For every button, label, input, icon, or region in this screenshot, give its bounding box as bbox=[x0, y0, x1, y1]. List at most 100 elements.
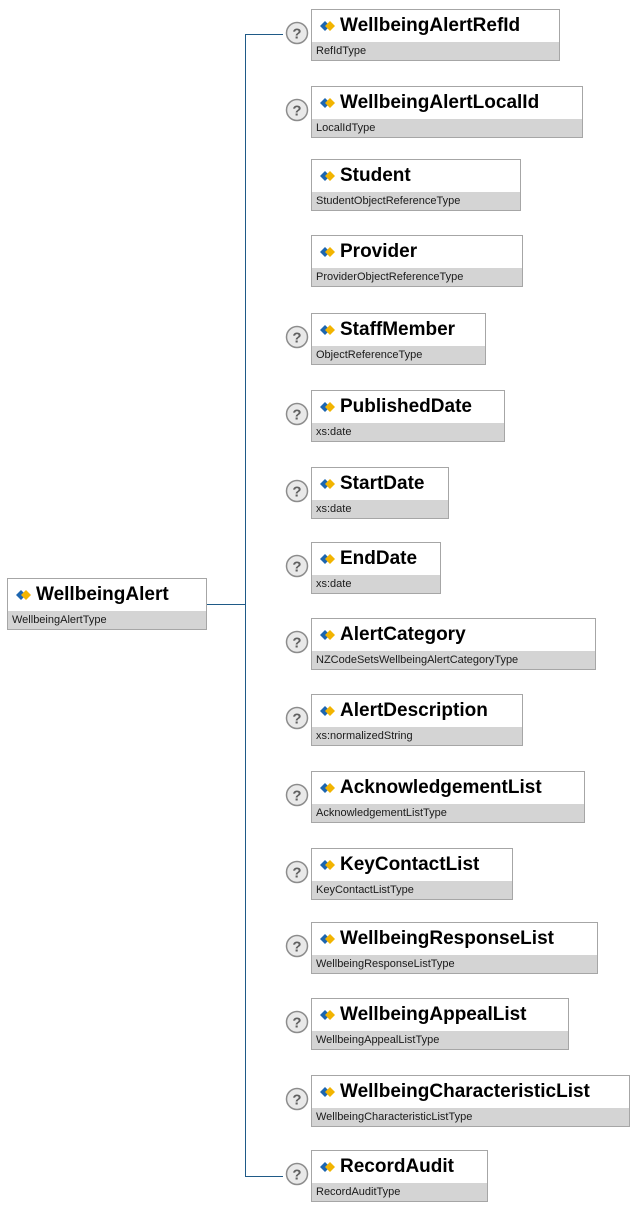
child-element-box[interactable]: AlertCategory NZCodeSetsWellbeingAlertCat… bbox=[311, 618, 596, 670]
svg-text:?: ? bbox=[292, 103, 301, 120]
child-element-box[interactable]: AlertDescription xs:normalizedString bbox=[311, 694, 523, 746]
optional-icon: ? bbox=[285, 402, 309, 426]
optional-icon: ? bbox=[285, 325, 309, 349]
child-element-box[interactable]: RecordAudit RecordAuditType bbox=[311, 1150, 488, 1202]
element-type: xs:date bbox=[312, 575, 440, 593]
element-icon bbox=[320, 706, 335, 716]
child-element-box[interactable]: AcknowledgementList AcknowledgementListTy… bbox=[311, 771, 585, 823]
root-connector bbox=[207, 604, 245, 605]
vertical-connector bbox=[245, 34, 246, 1176]
element-name: StartDate bbox=[340, 473, 425, 494]
svg-text:?: ? bbox=[292, 1092, 301, 1109]
element-type: ProviderObjectReferenceType bbox=[312, 268, 522, 286]
optional-icon: ? bbox=[285, 21, 309, 45]
child-element-box[interactable]: WellbeingAlertLocalId LocalIdType bbox=[311, 86, 583, 138]
element-type: RefIdType bbox=[312, 42, 559, 60]
svg-text:?: ? bbox=[292, 407, 301, 424]
element-type: xs:date bbox=[312, 500, 448, 518]
element-name: WellbeingAlertLocalId bbox=[340, 92, 540, 113]
element-name: EndDate bbox=[340, 548, 418, 569]
svg-text:?: ? bbox=[292, 559, 301, 576]
element-name: WellbeingAppealList bbox=[340, 1004, 527, 1025]
child-element-box[interactable]: Provider ProviderObjectReferenceType bbox=[311, 235, 523, 287]
element-type: WellbeingCharacteristicListType bbox=[312, 1108, 629, 1126]
element-name: KeyContactList bbox=[340, 854, 480, 875]
optional-icon: ? bbox=[285, 860, 309, 884]
element-name: StaffMember bbox=[340, 319, 456, 340]
child-element-box[interactable]: StartDate xs:date bbox=[311, 467, 449, 519]
element-icon bbox=[320, 1010, 335, 1020]
element-type: LocalIdType bbox=[312, 119, 582, 137]
element-icon bbox=[320, 325, 335, 335]
element-name: AcknowledgementList bbox=[340, 777, 542, 798]
element-type: WellbeingResponseListType bbox=[312, 955, 597, 973]
optional-icon: ? bbox=[285, 934, 309, 958]
svg-text:?: ? bbox=[292, 1015, 301, 1032]
element-name: WellbeingResponseList bbox=[340, 928, 554, 949]
child-element-box[interactable]: WellbeingCharacteristicList WellbeingChar… bbox=[311, 1075, 630, 1127]
child-element-box[interactable]: WellbeingAppealList WellbeingAppealListTy… bbox=[311, 998, 569, 1050]
element-name: AlertCategory bbox=[340, 624, 466, 645]
top-child-connector bbox=[245, 34, 283, 35]
element-icon bbox=[320, 247, 335, 257]
element-type: NZCodeSetsWellbeingAlertCategoryType bbox=[312, 651, 595, 669]
child-element-box[interactable]: WellbeingResponseList WellbeingResponseLi… bbox=[311, 922, 598, 974]
svg-text:?: ? bbox=[292, 330, 301, 347]
element-icon bbox=[320, 1162, 335, 1172]
element-name: Student bbox=[340, 165, 411, 186]
element-type: RecordAuditType bbox=[312, 1183, 487, 1201]
element-icon bbox=[320, 171, 335, 181]
element-icon bbox=[320, 554, 335, 564]
element-name: WellbeingCharacteristicList bbox=[340, 1081, 590, 1102]
child-element-box[interactable]: PublishedDate xs:date bbox=[311, 390, 505, 442]
element-name: PublishedDate bbox=[340, 396, 472, 417]
element-icon bbox=[320, 860, 335, 870]
element-icon bbox=[320, 402, 335, 412]
optional-icon: ? bbox=[285, 98, 309, 122]
root-element-type: WellbeingAlertType bbox=[8, 611, 206, 629]
child-element-box[interactable]: KeyContactList KeyContactListType bbox=[311, 848, 513, 900]
child-element-box[interactable]: Student StudentObjectReferenceType bbox=[311, 159, 521, 211]
optional-icon: ? bbox=[285, 630, 309, 654]
optional-icon: ? bbox=[285, 479, 309, 503]
root-element-name: WellbeingAlert bbox=[36, 584, 169, 605]
element-type: xs:date bbox=[312, 423, 504, 441]
child-element-box[interactable]: StaffMember ObjectReferenceType bbox=[311, 313, 486, 365]
element-type: StudentObjectReferenceType bbox=[312, 192, 520, 210]
svg-text:?: ? bbox=[292, 26, 301, 43]
root-element-box[interactable]: WellbeingAlert WellbeingAlertType bbox=[7, 578, 207, 630]
child-element-box[interactable]: EndDate xs:date bbox=[311, 542, 441, 594]
element-type: ObjectReferenceType bbox=[312, 346, 485, 364]
element-type: AcknowledgementListType bbox=[312, 804, 584, 822]
element-type: xs:normalizedString bbox=[312, 727, 522, 745]
element-icon bbox=[320, 98, 335, 108]
element-name: WellbeingAlertRefId bbox=[340, 15, 521, 36]
element-name: Provider bbox=[340, 241, 418, 262]
optional-icon: ? bbox=[285, 1087, 309, 1111]
svg-text:?: ? bbox=[292, 635, 301, 652]
element-icon bbox=[320, 783, 335, 793]
svg-text:?: ? bbox=[292, 865, 301, 882]
svg-text:?: ? bbox=[292, 939, 301, 956]
element-icon bbox=[320, 21, 335, 31]
bottom-child-connector bbox=[245, 1176, 283, 1177]
element-type: KeyContactListType bbox=[312, 881, 512, 899]
element-name: AlertDescription bbox=[340, 700, 488, 721]
optional-icon: ? bbox=[285, 1162, 309, 1186]
optional-icon: ? bbox=[285, 706, 309, 730]
svg-text:?: ? bbox=[292, 711, 301, 728]
element-type: WellbeingAppealListType bbox=[312, 1031, 568, 1049]
element-icon bbox=[320, 1087, 335, 1097]
element-name: RecordAudit bbox=[340, 1156, 454, 1177]
child-element-box[interactable]: WellbeingAlertRefId RefIdType bbox=[311, 9, 560, 61]
optional-icon: ? bbox=[285, 1010, 309, 1034]
element-icon bbox=[320, 630, 335, 640]
svg-text:?: ? bbox=[292, 484, 301, 501]
svg-text:?: ? bbox=[292, 1167, 301, 1184]
optional-icon: ? bbox=[285, 783, 309, 807]
element-icon bbox=[320, 934, 335, 944]
element-icon bbox=[320, 479, 335, 489]
svg-text:?: ? bbox=[292, 788, 301, 805]
optional-icon: ? bbox=[285, 554, 309, 578]
element-icon bbox=[16, 590, 31, 600]
